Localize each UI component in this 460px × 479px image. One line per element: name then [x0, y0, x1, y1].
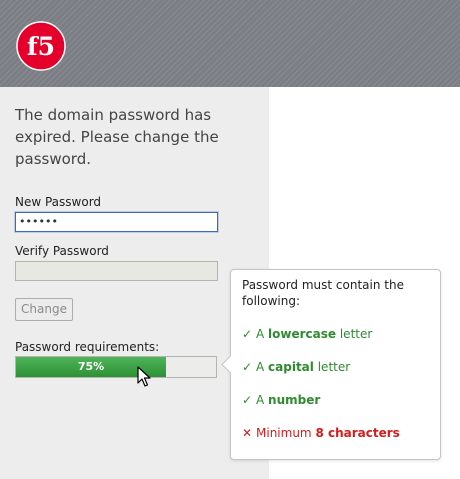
check-icon: ✓: [242, 327, 253, 341]
tooltip-title: Password must contain the following:: [242, 278, 404, 308]
password-strength-bar: 75%: [15, 356, 217, 378]
check-icon: ✓: [242, 393, 253, 407]
password-rules-tooltip: Password must contain the following: ✓ A …: [221, 269, 441, 460]
requirement-capital: ✓ A capital letter: [242, 360, 351, 374]
f5-logo: f5: [16, 21, 66, 71]
check-icon: ✓: [242, 360, 253, 374]
cross-icon: ✕: [242, 426, 253, 440]
mouse-cursor-icon: [137, 366, 151, 387]
requirement-number: ✓ A number: [242, 393, 321, 407]
svg-text:f5: f5: [27, 32, 55, 61]
requirement-lowercase: ✓ A lowercase letter: [242, 327, 373, 341]
change-button[interactable]: Change: [15, 298, 73, 321]
requirement-min-length: ✕ Minimum 8 characters: [242, 426, 400, 440]
new-password-input[interactable]: ••••••: [15, 212, 218, 232]
password-requirements-label: Password requirements:: [15, 340, 160, 354]
top-banner: f5: [0, 0, 460, 87]
expired-password-message: The domain password has expired. Please …: [15, 106, 219, 168]
verify-password-label: Verify Password: [15, 244, 109, 258]
new-password-label: New Password: [15, 195, 102, 209]
verify-password-input[interactable]: [15, 261, 218, 281]
